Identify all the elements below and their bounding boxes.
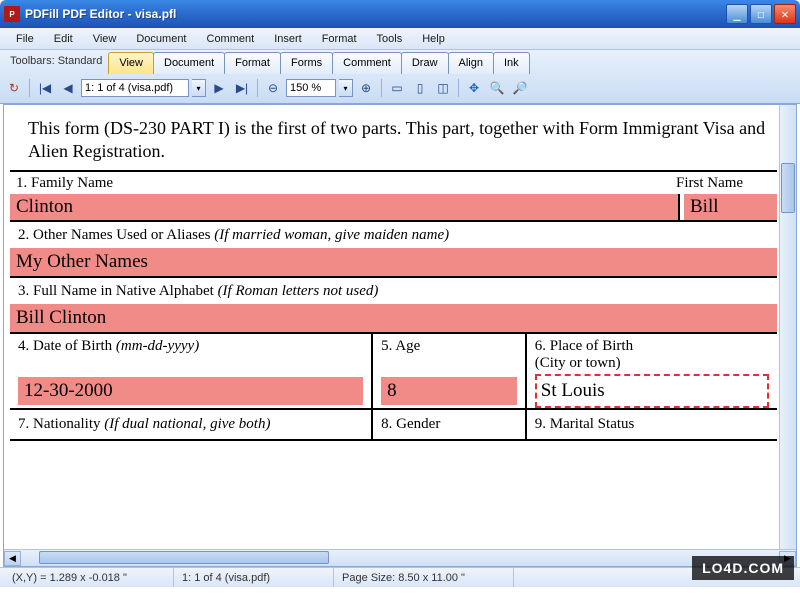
zoom-dropdown-icon[interactable]: ▾ [339,79,353,97]
tab-comment[interactable]: Comment [332,52,402,74]
fit-width-icon[interactable]: ◫ [433,78,453,98]
menu-insert[interactable]: Insert [264,31,312,47]
hint-nationality: (If dual national, give both) [104,416,270,432]
label-other-names: 2. Other Names Used or Aliases [18,227,210,243]
view-toolbar: ↻ |◀ ◀ ▾ ▶ ▶| ⊖ ▾ ⊕ ▭ ▯ ◫ ✥ 🔍 🔎 [4,77,796,99]
toolbar-area: Toolbars: Standard View Document Format … [0,50,800,104]
field-age[interactable]: 8 [381,377,517,405]
tab-align[interactable]: Align [448,52,494,74]
titlebar: P PDFill PDF Editor - visa.pfl _ ☐ ✕ [0,0,800,28]
zoom-input[interactable] [286,79,336,97]
tab-document[interactable]: Document [153,52,225,74]
maximize-button[interactable]: ☐ [750,4,772,24]
field-other-names[interactable]: My Other Names [10,248,777,276]
separator [29,79,30,97]
close-button[interactable]: ✕ [774,4,796,24]
zoom-tool-in-icon[interactable]: 🔍 [487,78,507,98]
document-area: This form (DS-230 PART I) is the first o… [3,104,797,567]
row-other-names: 2. Other Names Used or Aliases (If marri… [10,222,777,278]
hint-native-alphabet: (If Roman letters not used) [218,283,379,299]
field-family-name[interactable]: Clinton [10,194,678,220]
menu-view[interactable]: View [83,31,127,47]
status-pagesize: Page Size: 8.50 x 11.00 " [334,568,514,587]
label-gender: 8. Gender [373,410,527,439]
tab-forms[interactable]: Forms [280,52,333,74]
menu-file[interactable]: File [6,31,44,47]
scrollbar-track[interactable] [21,551,779,566]
tab-draw[interactable]: Draw [401,52,449,74]
menu-format[interactable]: Format [312,31,367,47]
scrollbar-thumb[interactable] [39,551,329,564]
next-page-icon[interactable]: ▶ [209,78,229,98]
vertical-scrollbar[interactable] [779,105,796,549]
field-native-alphabet[interactable]: Bill Clinton [10,304,777,332]
prev-page-icon[interactable]: ◀ [58,78,78,98]
row-family-first: 1. Family Name First Name Clinton Bill [10,172,777,222]
separator [381,79,382,97]
watermark: LO4D.COM [692,556,794,580]
intro-text: This form (DS-230 PART I) is the first o… [10,109,777,172]
menu-help[interactable]: Help [412,31,455,47]
hint-other-names: (If married woman, give maiden name) [214,227,449,243]
separator [257,79,258,97]
scrollbar-thumb[interactable] [781,163,795,213]
toolbar-tabstrip: Toolbars: Standard View Document Format … [4,52,796,74]
tab-view[interactable]: View [108,52,154,74]
menu-edit[interactable]: Edit [44,31,83,47]
pdf-page: This form (DS-230 PART I) is the first o… [10,109,777,441]
field-pob[interactable]: St Louis [541,380,605,401]
field-first-name[interactable]: Bill [684,194,777,220]
separator [458,79,459,97]
app-icon: P [4,6,20,22]
scroll-left-icon[interactable]: ◀ [4,551,21,566]
fit-actual-icon[interactable]: ▭ [387,78,407,98]
toolbar-label: Toolbars: Standard [4,52,108,74]
row-dob-age-pob: 4. Date of Birth (mm-dd-yyyy) 12-30-2000… [10,334,777,410]
first-page-icon[interactable]: |◀ [35,78,55,98]
status-page: 1: 1 of 4 (visa.pdf) [174,568,334,587]
label-nationality: 7. Nationality [18,416,101,432]
zoom-tool-out-icon[interactable]: 🔎 [510,78,530,98]
menu-document[interactable]: Document [126,31,196,47]
fit-page-icon[interactable]: ▯ [410,78,430,98]
label-pob: 6. Place of Birth [535,338,769,355]
window-buttons: _ ☐ ✕ [726,4,796,24]
label-first-name: First Name [676,175,771,192]
zoom-in-icon[interactable]: ⊕ [356,78,376,98]
label-marital: 9. Marital Status [527,410,777,439]
status-coords: (X,Y) = 1.289 x -0.018 " [4,568,174,587]
horizontal-scrollbar[interactable]: ◀ ▶ [4,549,796,566]
menubar: File Edit View Document Comment Insert F… [0,28,800,50]
sub-pob: (City or town) [535,355,769,372]
refresh-icon[interactable]: ↻ [4,78,24,98]
row-native-alphabet: 3. Full Name in Native Alphabet (If Roma… [10,278,777,334]
tab-format[interactable]: Format [224,52,281,74]
menu-tools[interactable]: Tools [367,31,413,47]
hint-dob: (mm-dd-yyyy) [116,338,199,354]
tab-ink[interactable]: Ink [493,52,530,74]
page-dropdown-icon[interactable]: ▾ [192,79,206,97]
last-page-icon[interactable]: ▶| [232,78,252,98]
zoom-out-icon[interactable]: ⊖ [263,78,283,98]
label-dob: 4. Date of Birth [18,338,112,354]
label-age: 5. Age [381,338,517,355]
row-nat-gender-marital: 7. Nationality (If dual national, give b… [10,410,777,441]
field-pob-selected[interactable]: St Louis [535,374,769,408]
minimize-button[interactable]: _ [726,4,748,24]
window-title: PDFill PDF Editor - visa.pfl [25,7,726,21]
label-native-alphabet: 3. Full Name in Native Alphabet [18,283,214,299]
page-info-input[interactable] [81,79,189,97]
field-dob[interactable]: 12-30-2000 [18,377,363,405]
statusbar: (X,Y) = 1.289 x -0.018 " 1: 1 of 4 (visa… [0,567,800,587]
menu-comment[interactable]: Comment [197,31,265,47]
pan-icon[interactable]: ✥ [464,78,484,98]
label-family-name: 1. Family Name [16,175,676,192]
